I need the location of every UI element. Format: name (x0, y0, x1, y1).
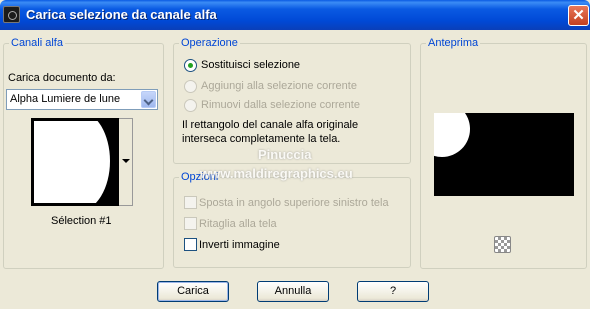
window-title: Carica selezione da canale alfa (26, 7, 217, 22)
watermark-line1: Pinuccia (258, 147, 312, 162)
radio-sostituisci-label[interactable]: Sostituisci selezione (201, 59, 300, 71)
checkbox-sposta-label[interactable]: Sposta in angolo superiore sinistro tela (199, 197, 389, 209)
thumbnail-dropdown-button[interactable] (119, 118, 133, 206)
thumbnail-image (34, 121, 116, 203)
selection-caption: Sélection #1 (51, 215, 112, 227)
dialog-window: Carica selezione da canale alfa ✕ Canali… (0, 0, 590, 309)
operazione-legend: Operazione (179, 37, 240, 49)
preview-selection-shape (434, 113, 470, 157)
info-text-line1: Il rettangolo del canale alfa originale (182, 119, 359, 131)
radio-rimuovi-label[interactable]: Rimuovi dalla selezione corrente (201, 99, 360, 111)
watermark-line2: www.maldiregraphics.eu (200, 166, 353, 181)
radio-aggiungi-label[interactable]: Aggiungi alla selezione corrente (201, 80, 357, 92)
radio-aggiungi[interactable] (184, 80, 197, 93)
help-button[interactable]: ? (357, 281, 429, 302)
checkbox-ritaglia-label[interactable]: Ritaglia alla tela (199, 218, 277, 230)
document-select-value: Alpha Lumiere de lune (10, 93, 121, 105)
thumbnail-dark-area (48, 121, 116, 203)
info-text-line2: interseca completamente la tela. (182, 133, 341, 145)
close-button[interactable]: ✕ (568, 5, 589, 26)
checkbox-inverti[interactable] (184, 238, 197, 251)
checkbox-sposta[interactable] (184, 196, 197, 209)
load-document-label: Carica documento da: (8, 72, 116, 84)
selection-thumbnail[interactable] (31, 118, 119, 206)
radio-selected-dot (188, 63, 193, 68)
preview-image (434, 113, 574, 196)
radio-rimuovi[interactable] (184, 99, 197, 112)
checkbox-inverti-label[interactable]: Inverti immagine (199, 239, 280, 251)
document-select[interactable]: Alpha Lumiere de lune (6, 89, 158, 110)
app-icon (3, 6, 20, 23)
transparency-toggle-icon[interactable] (494, 236, 511, 253)
checkbox-ritaglia[interactable] (184, 217, 197, 230)
canali-alfa-legend: Canali alfa (9, 37, 65, 49)
annulla-button[interactable]: Annulla (257, 281, 329, 302)
chevron-down-icon[interactable] (141, 91, 156, 108)
radio-sostituisci[interactable] (184, 59, 197, 72)
anteprima-legend: Anteprima (426, 37, 481, 49)
carica-button[interactable]: Carica (157, 281, 229, 302)
title-bar[interactable]: Carica selezione da canale alfa ✕ (0, 0, 590, 30)
